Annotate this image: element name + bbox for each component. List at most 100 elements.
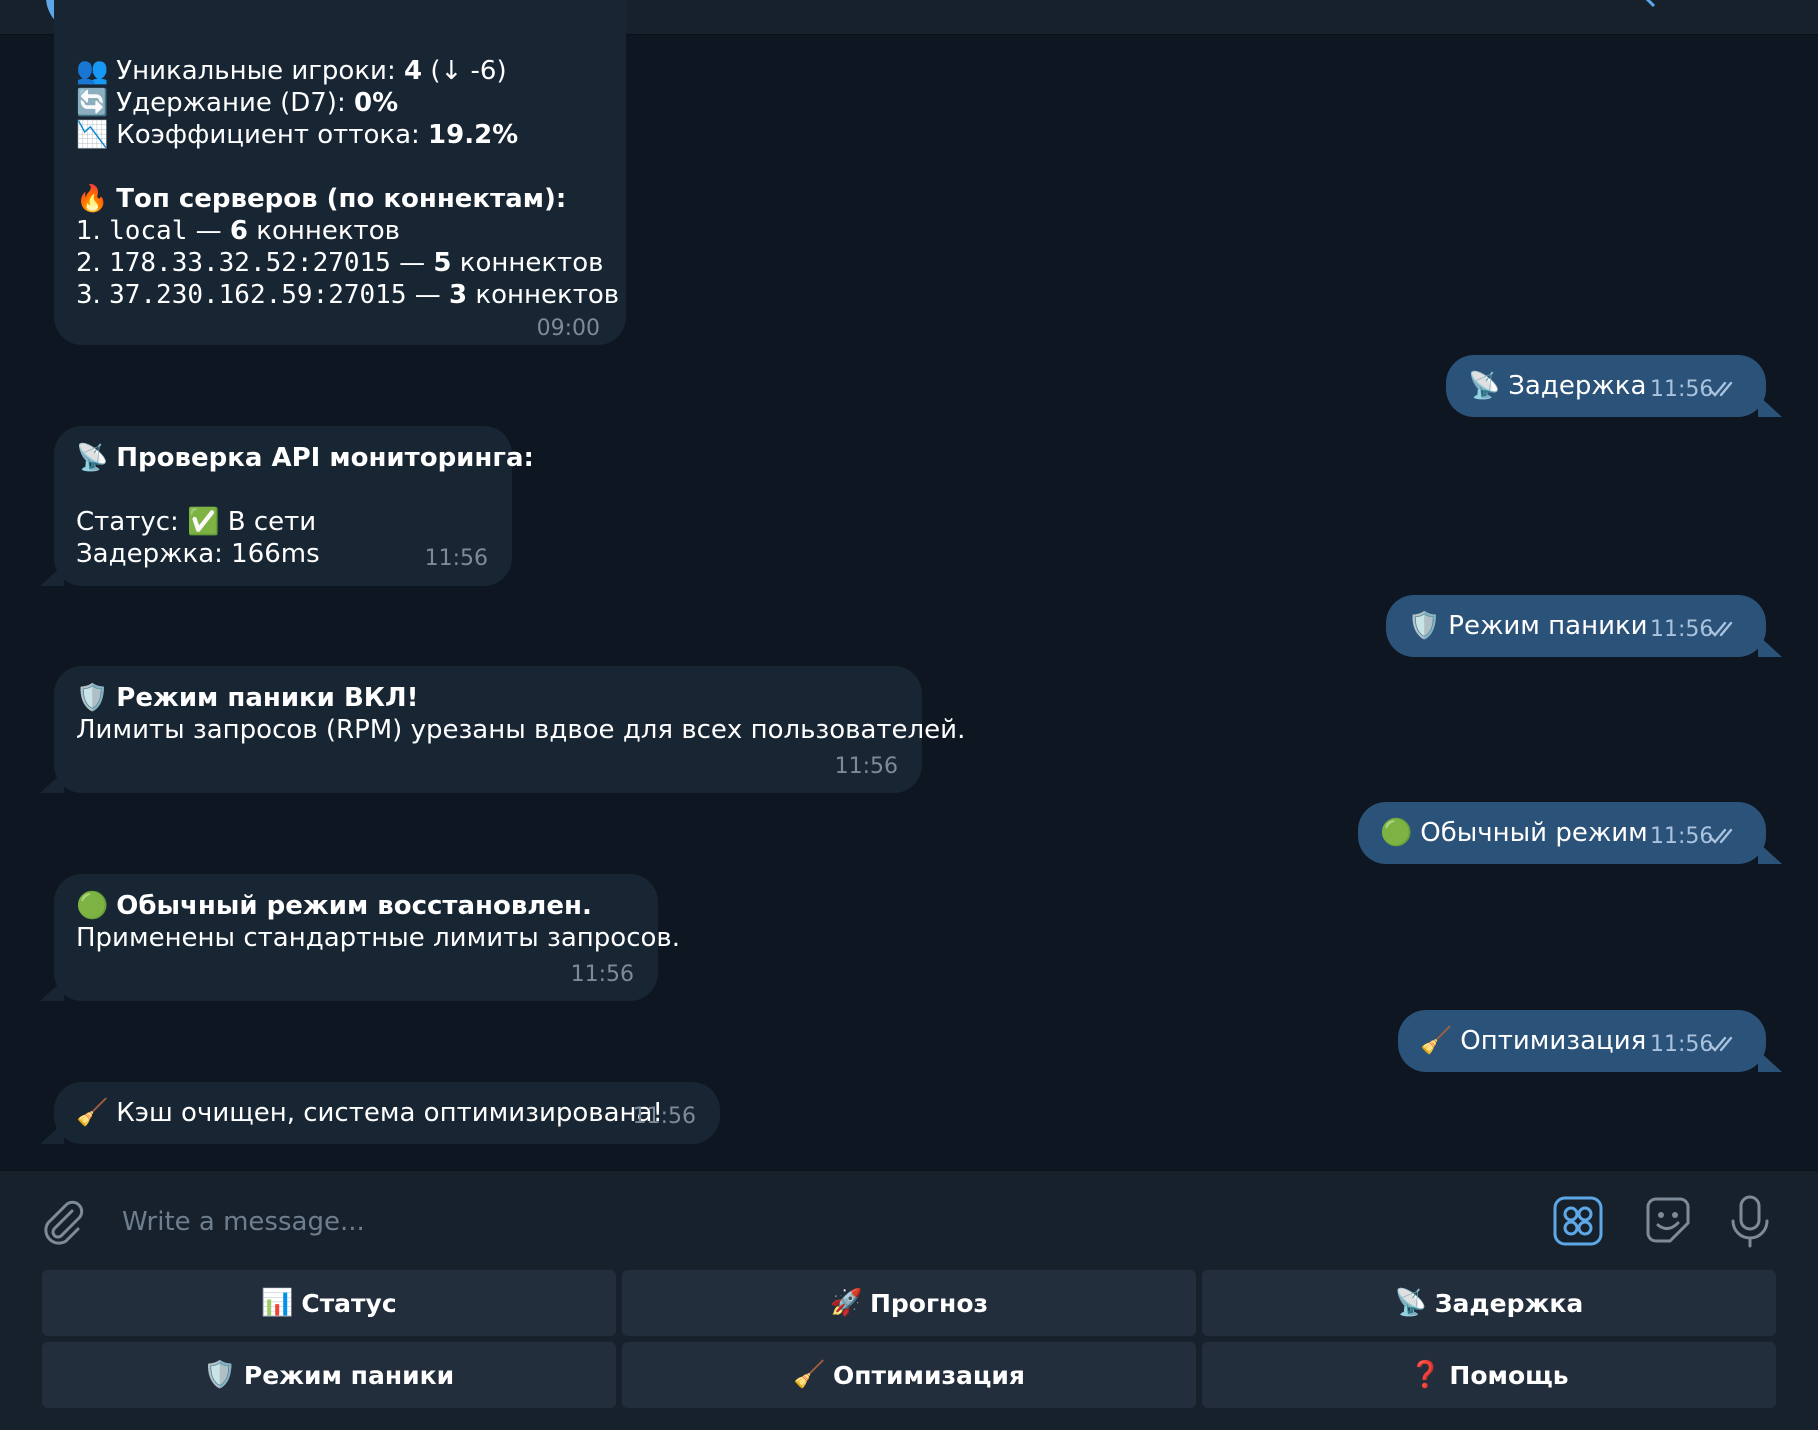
bubble-tail	[1758, 1050, 1782, 1072]
status-label: Статус:	[76, 507, 188, 537]
message-text: Режим паники	[1448, 611, 1648, 641]
api-check-title: Проверка API мониторинга:	[116, 443, 534, 473]
green-circle-emoji: 🟢	[1380, 818, 1413, 848]
message-time: 11:56	[424, 546, 488, 571]
churn-label: Коэффициент оттока:	[116, 120, 429, 150]
outgoing-latency-message: 📡 Задержка 11:56	[1446, 355, 1766, 417]
players-value: 4	[403, 56, 423, 86]
message-list: 👥 Уникальные игроки: 4 (↓ -6) 🔄 Удержани…	[0, 0, 1818, 1170]
message-time: 11:56	[1650, 617, 1714, 642]
panic-body: Лимиты запросов (RPM) урезаны вдвое для …	[76, 715, 966, 745]
panic-mode-button[interactable]: 🛡️ Режим паники	[42, 1342, 616, 1408]
players-emoji: 👥	[76, 56, 109, 86]
optimize-button[interactable]: 🧹 Оптимизация	[622, 1342, 1196, 1408]
bubble-tail	[1758, 395, 1782, 417]
server-host: local	[109, 216, 188, 246]
retention-label: Удержание (D7):	[116, 88, 354, 118]
button-label: Прогноз	[869, 1288, 989, 1318]
server-row: 3. 37.230.162.59:27015 — 3 коннектов	[76, 279, 619, 311]
message-time: 11:56	[632, 1104, 696, 1129]
retention-line: 🔄 Удержание (D7): 0%	[76, 87, 398, 119]
scrollbar[interactable]	[1806, 35, 1814, 1170]
shield-emoji: 🛡️	[1408, 611, 1441, 641]
satellite-emoji: 📡	[1394, 1288, 1428, 1318]
green-circle-emoji: 🟢	[76, 891, 109, 921]
chart-emoji: 📊	[261, 1288, 294, 1318]
double-check-icon	[1708, 1036, 1733, 1052]
message-time: 11:56	[570, 962, 634, 987]
message-time: 11:56	[834, 754, 898, 779]
server-separator: —	[187, 216, 230, 246]
message-text: Кэш очищен, система оптимизирована!	[116, 1098, 663, 1128]
double-check-icon	[1708, 381, 1733, 397]
double-check-icon	[1708, 828, 1733, 844]
churn-value: 19.2%	[428, 120, 519, 150]
fire-emoji: 🔥	[76, 184, 109, 214]
message-time: 11:56	[1650, 377, 1714, 402]
players-delta: (↓ -6)	[422, 56, 507, 86]
server-host: 178.33.32.52:27015	[109, 248, 391, 278]
message-composer	[0, 1170, 1818, 1271]
status-value: В сети	[219, 507, 317, 537]
check-emoji: ✅	[187, 507, 220, 537]
message-time: 09:00	[536, 316, 600, 341]
outgoing-optimize-message: 🧹 Оптимизация 11:56	[1398, 1010, 1766, 1072]
rocket-emoji: 🚀	[829, 1288, 863, 1318]
help-button[interactable]: ❓ Помощь	[1202, 1342, 1776, 1408]
normal-body: Применены стандартные лимиты запросов.	[76, 923, 680, 953]
button-label: Статус	[301, 1288, 397, 1318]
message-text: Обычный режим	[1420, 818, 1648, 848]
button-label: Режим паники	[243, 1360, 455, 1390]
latency-button[interactable]: 📡 Задержка	[1202, 1270, 1776, 1336]
outgoing-normal-message: 🟢 Обычный режим 11:56	[1358, 802, 1766, 864]
bubble-tail	[1758, 842, 1782, 864]
server-unit: коннектов	[467, 280, 620, 310]
message-input[interactable]	[120, 1199, 1424, 1245]
broom-emoji: 🧹	[793, 1360, 826, 1390]
attach-icon[interactable]	[38, 1197, 86, 1245]
latency-value: Задержка: 166ms	[76, 539, 320, 569]
server-row: 1. local — 6 коннектов	[76, 215, 400, 247]
satellite-emoji: 📡	[76, 443, 109, 473]
server-unit: коннектов	[247, 216, 400, 246]
double-check-icon	[1708, 621, 1733, 637]
status-button[interactable]: 📊 Статус	[42, 1270, 616, 1336]
normal-title: Обычный режим восстановлен.	[116, 891, 592, 921]
bubble-tail	[1758, 635, 1782, 657]
shield-emoji: 🛡️	[76, 683, 109, 713]
outgoing-panic-message: 🛡️ Режим паники 11:56	[1386, 595, 1766, 657]
server-count: 6	[229, 216, 248, 246]
churn-emoji: 📉	[76, 120, 109, 150]
server-rank: 3.	[76, 280, 110, 310]
bubble-tail	[40, 1122, 64, 1144]
button-label: Задержка	[1434, 1288, 1584, 1318]
top-servers-title: 🔥 Топ серверов (по коннектам):	[76, 183, 566, 215]
satellite-emoji: 📡	[1468, 371, 1501, 401]
server-count: 5	[433, 248, 452, 278]
retention-value: 0%	[353, 88, 399, 118]
server-separator: —	[406, 280, 450, 310]
churn-line: 📉 Коэффициент оттока: 19.2%	[76, 119, 518, 151]
server-host: 37.230.162.59:27015	[109, 280, 407, 310]
message-text: Задержка	[1508, 371, 1647, 401]
server-separator: —	[390, 248, 434, 278]
apps-icon[interactable]	[1552, 1195, 1604, 1247]
message-text: Оптимизация	[1460, 1026, 1647, 1056]
server-unit: коннектов	[451, 248, 604, 278]
panic-title: Режим паники ВКЛ!	[116, 683, 419, 713]
question-emoji: ❓	[1409, 1360, 1442, 1390]
reply-keyboard: 📊 Статус 🚀 Прогноз 📡 Задержка 🛡️ Режим п…	[0, 1270, 1818, 1430]
broom-emoji: 🧹	[1420, 1026, 1453, 1056]
cache-cleared-message: 🧹 Кэш очищен, система оптимизирована! 11…	[54, 1082, 720, 1144]
search-icon[interactable]	[1640, 0, 1662, 14]
message-time: 11:56	[1650, 1032, 1714, 1057]
panic-enabled-message: 🛡️ Режим паники ВКЛ! Лимиты запросов (RP…	[54, 666, 965, 793]
sticker-icon[interactable]	[1640, 1193, 1696, 1249]
players-line: 👥 Уникальные игроки: 4 (↓ -6)	[76, 55, 507, 87]
button-label: Оптимизация	[833, 1360, 1025, 1390]
message-time: 11:56	[1650, 824, 1714, 849]
forecast-button[interactable]: 🚀 Прогноз	[622, 1270, 1196, 1336]
microphone-icon[interactable]	[1724, 1193, 1776, 1249]
players-label: Уникальные игроки:	[116, 56, 404, 86]
server-rank: 1.	[76, 216, 110, 246]
